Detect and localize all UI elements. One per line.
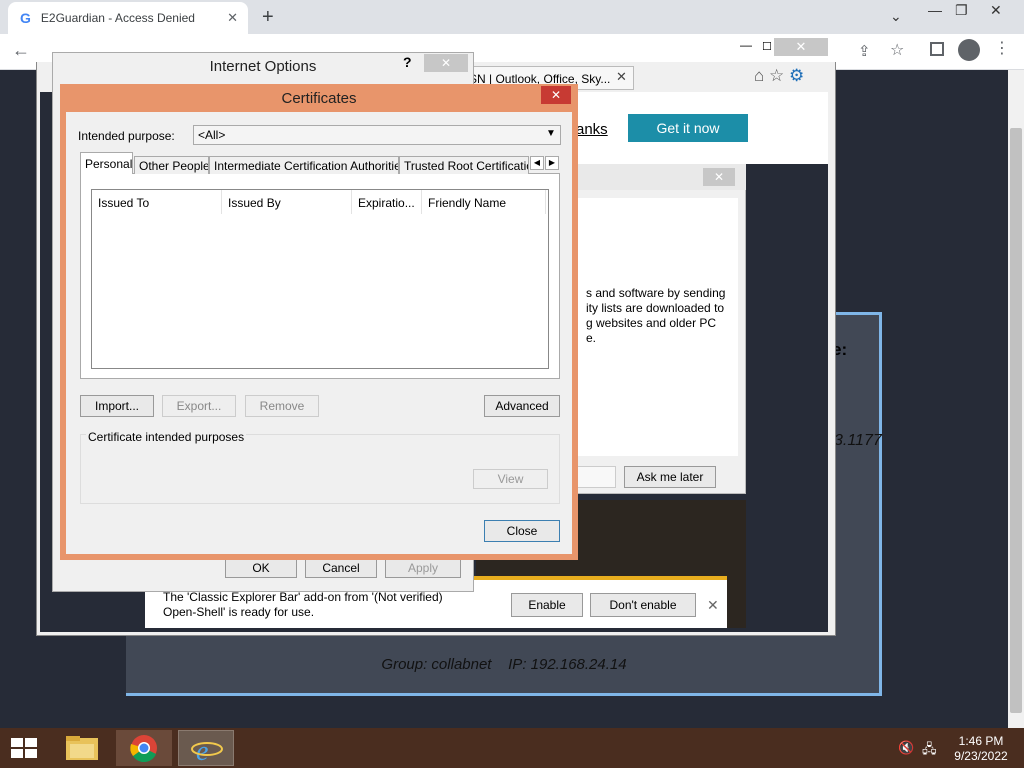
export-button[interactable]: Export...: [162, 395, 236, 417]
ie-minimize-icon[interactable]: —: [740, 38, 752, 52]
internet-explorer-taskbar-icon[interactable]: e: [178, 730, 234, 767]
certificates-close-icon[interactable]: ✕: [541, 86, 571, 104]
view-button[interactable]: View: [473, 469, 548, 489]
background-dialog-close-button[interactable]: ✕: [703, 168, 735, 186]
addon-close-icon[interactable]: ✕: [707, 597, 719, 614]
home-icon[interactable]: ⌂: [754, 66, 764, 85]
volume-muted-icon[interactable]: 🔇: [898, 740, 914, 756]
windows-start-icon[interactable]: [10, 737, 38, 759]
back-arrow-icon[interactable]: ←: [12, 40, 30, 61]
background-dialog-field[interactable]: [574, 466, 616, 488]
new-tab-button[interactable]: +: [262, 6, 274, 29]
ie-tab-close-icon[interactable]: ✕: [616, 69, 627, 85]
internet-options-close-button[interactable]: ✕: [424, 54, 468, 72]
tab-personal[interactable]: Personal: [80, 152, 133, 174]
certificate-list[interactable]: [91, 189, 549, 369]
certificates-title: Certificates: [281, 90, 357, 107]
intended-purposes-label: Certificate intended purposes: [86, 430, 247, 444]
clock-date: 9/23/2022: [954, 749, 1008, 763]
share-icon[interactable]: ⇪: [858, 42, 871, 60]
ask-me-later-button[interactable]: Ask me later: [624, 466, 716, 488]
chrome-taskbar-icon[interactable]: [116, 730, 172, 766]
close-window-icon[interactable]: ✕: [990, 2, 1002, 19]
google-favicon-icon: G: [20, 10, 31, 26]
chevron-down-icon[interactable]: ⌄: [890, 8, 902, 25]
help-icon[interactable]: ?: [403, 54, 412, 70]
intended-purpose-select[interactable]: <All>: [193, 125, 561, 145]
banner-link[interactable]: anks: [576, 121, 608, 138]
background-dialog-text: s and software by sending ity lists are …: [586, 286, 726, 345]
svg-text:e: e: [196, 736, 208, 767]
bookmark-star-icon[interactable]: ☆: [890, 40, 904, 60]
advanced-button[interactable]: Advanced: [484, 395, 560, 417]
network-icon[interactable]: 🖧: [922, 740, 937, 762]
tab-intermediate-ca[interactable]: Intermediate Certification Authorities: [209, 156, 399, 174]
column-header-issued-by[interactable]: Issued By: [222, 190, 352, 214]
column-header-issued-to[interactable]: Issued To: [92, 190, 222, 214]
settings-gear-icon[interactable]: ⚙: [789, 66, 804, 85]
ie-maximize-icon[interactable]: ☐: [762, 40, 772, 53]
close-button[interactable]: Close: [484, 520, 560, 542]
get-it-now-button[interactable]: Get it now: [628, 114, 748, 142]
group-ip-text: Group: collabnet IP: 192.168.24.14: [381, 656, 627, 673]
ie-toolbar-icons: ⌂ ☆ ⚙: [754, 66, 804, 86]
ok-button[interactable]: OK: [225, 558, 297, 578]
ip-fragment-text: 3.1177: [834, 432, 882, 449]
minimize-icon[interactable]: —: [928, 2, 942, 18]
import-button[interactable]: Import...: [80, 395, 154, 417]
column-header-friendly-name[interactable]: Friendly Name: [422, 190, 546, 214]
file-explorer-taskbar-icon[interactable]: [54, 730, 110, 766]
scrollbar-thumb[interactable]: [1010, 128, 1022, 713]
chrome-tab-title: E2Guardian - Access Denied: [40, 11, 195, 25]
kebab-menu-icon[interactable]: ⋮: [994, 38, 1010, 58]
close-tab-icon[interactable]: ✕: [227, 10, 238, 26]
tab-scroll-left-icon[interactable]: ◀: [530, 156, 544, 170]
profile-avatar-icon[interactable]: [958, 39, 980, 61]
ie-close-button[interactable]: ✕: [774, 38, 828, 56]
tab-other-people[interactable]: Other People: [134, 156, 209, 174]
chrome-tab-active[interactable]: G E2Guardian - Access Denied ✕: [8, 2, 248, 34]
enable-button[interactable]: Enable: [511, 593, 583, 617]
dont-enable-button[interactable]: Don't enable: [590, 593, 696, 617]
column-header-expiration[interactable]: Expiratio...: [352, 190, 422, 214]
tab-scroll-right-icon[interactable]: ▶: [545, 156, 559, 170]
addon-notification-text: The 'Classic Explorer Bar' add-on from '…: [163, 590, 443, 619]
intended-purpose-label: Intended purpose:: [78, 129, 175, 143]
side-panel-icon[interactable]: [930, 42, 944, 56]
tab-trusted-root[interactable]: Trusted Root Certification: [399, 156, 529, 174]
clock-time: 1:46 PM: [958, 734, 1004, 748]
restore-icon[interactable]: ❐: [955, 2, 968, 19]
apply-button[interactable]: Apply: [385, 558, 461, 578]
system-clock[interactable]: 1:46 PM 9/23/2022: [944, 734, 1018, 764]
remove-button[interactable]: Remove: [245, 395, 319, 417]
chevron-down-icon[interactable]: ▼: [546, 128, 556, 139]
cancel-button[interactable]: Cancel: [305, 558, 377, 578]
favorites-star-icon[interactable]: ☆: [769, 66, 784, 85]
